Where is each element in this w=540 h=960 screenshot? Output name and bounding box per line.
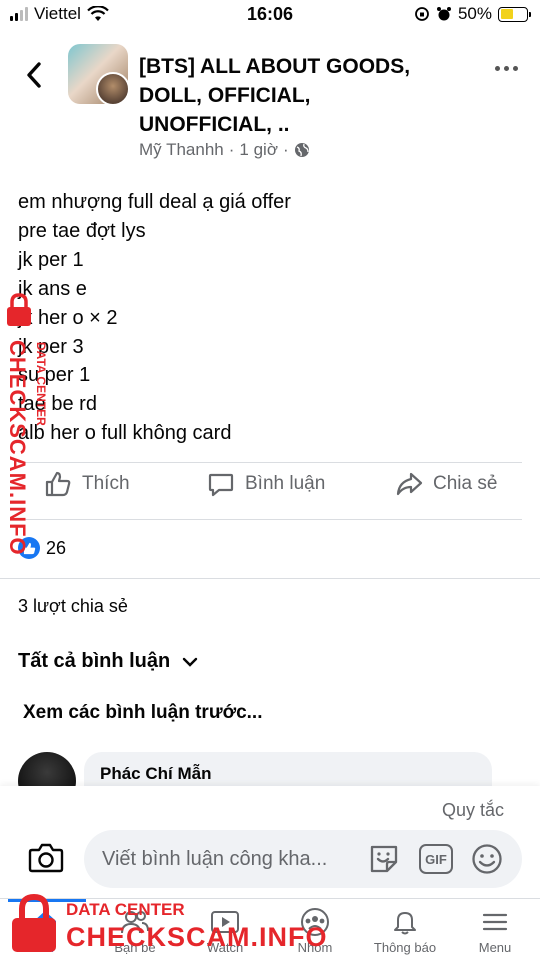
author-avatar[interactable]: [96, 72, 130, 106]
watermark-subtext: DATA CENTER: [34, 342, 48, 426]
post-line: pre tae đợt lys: [18, 219, 146, 242]
status-right: 50%: [414, 4, 531, 24]
meta-separator: ·: [228, 140, 235, 159]
status-bar: Viettel 16:06 50%: [0, 0, 540, 30]
group-title-line: UNOFFICIAL, ..: [139, 113, 290, 136]
watermark-text: CHECKSCAM.INFO: [66, 922, 328, 952]
post-line: su per 1: [18, 364, 91, 387]
share-button[interactable]: Chia sẻ: [395, 470, 497, 498]
commenter-name[interactable]: Phác Chí Mẫn: [100, 764, 211, 783]
emoji-icon[interactable]: [470, 842, 504, 876]
bell-icon: [394, 912, 416, 935]
share-icon: [396, 472, 423, 496]
comment-filter-label: Tất cả bình luận: [18, 650, 171, 672]
comment-button[interactable]: Bình luận: [207, 470, 325, 498]
globe-icon: [294, 143, 309, 157]
back-icon[interactable]: [22, 60, 46, 90]
watermark-subtext: DATA CENTER: [66, 900, 185, 919]
post-line: jk her o × 2: [18, 306, 118, 329]
post-line: tae be rd: [18, 393, 97, 416]
rotation-lock-icon: [415, 7, 429, 21]
nav-label: Menu: [478, 940, 512, 955]
nav-item-notifications[interactable]: Thông báo: [360, 899, 450, 960]
post-line: alb her o full không card: [18, 422, 232, 445]
more-icon[interactable]: [495, 66, 518, 71]
nav-label: Thông báo: [373, 940, 437, 955]
post-line: em nhượng full deal ạ giá offer: [18, 191, 291, 213]
rules-link[interactable]: Quy tắc: [442, 800, 504, 821]
like-icon: [45, 471, 71, 497]
chevron-down-icon: [183, 657, 198, 667]
post-line: jk per 1: [18, 248, 84, 271]
watermark-vertical: CHECKSCAM.INFO DATA CENTER: [4, 300, 48, 556]
post-line: jk ans e: [18, 277, 87, 300]
group-title-line: [BTS] ALL ABOUT GOODS,: [139, 55, 411, 78]
group-title-line: DOLL, OFFICIAL,: [139, 84, 311, 107]
camera-icon[interactable]: [26, 838, 66, 878]
post-actions: Thích Bình luận Chia sẻ: [0, 470, 540, 514]
post-time[interactable]: 1 giờ: [239, 140, 278, 160]
share-count[interactable]: 3 lượt chia sẻ: [18, 596, 128, 617]
comment-filter[interactable]: Tất cả bình luận: [18, 650, 198, 673]
share-label: Chia sẻ: [433, 473, 498, 494]
reaction-count: 26: [46, 537, 67, 558]
post-line: jk per 3: [18, 335, 84, 358]
comment-label: Bình luận: [245, 473, 326, 494]
lock-icon: [12, 893, 56, 952]
menu-icon: [482, 913, 508, 931]
post-text: em nhượng full deal ạ giá offer pre tae …: [18, 188, 291, 448]
battery-icon: [498, 6, 531, 22]
like-label: Thích: [82, 473, 130, 494]
comment-icon: [208, 473, 234, 497]
like-button[interactable]: Thích: [44, 470, 130, 498]
battery-percent: 50%: [457, 4, 492, 23]
sticker-icon[interactable]: [367, 842, 401, 876]
view-previous-comments[interactable]: Xem các bình luận trước...: [23, 702, 263, 724]
meta-separator: ·: [282, 140, 289, 159]
post-meta: Mỹ Thanhh · 1 giờ ·: [139, 140, 310, 160]
gif-icon[interactable]: GIF: [419, 844, 453, 874]
alarm-icon: [436, 7, 451, 21]
author-name[interactable]: Mỹ Thanhh: [139, 140, 224, 160]
comment-input[interactable]: [84, 830, 522, 888]
group-title[interactable]: [BTS] ALL ABOUT GOODS, DOLL, OFFICIAL, U…: [139, 52, 439, 139]
nav-item-menu[interactable]: Menu: [450, 899, 540, 960]
divider: [0, 578, 540, 579]
watermark-text: CHECKSCAM.INFO: [5, 340, 30, 556]
divider: [18, 519, 522, 520]
divider: [18, 462, 522, 463]
